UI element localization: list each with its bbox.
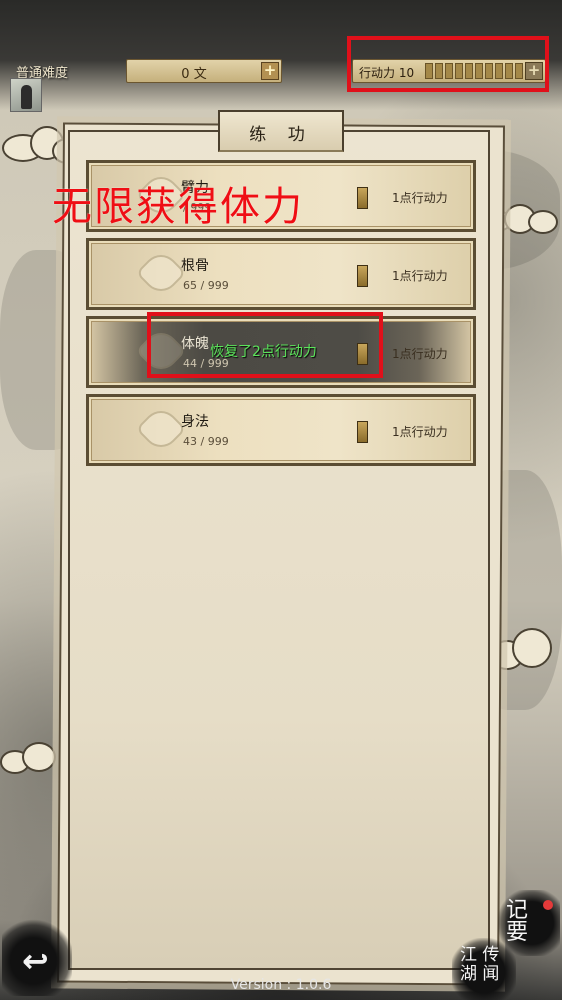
action-cost: 1点行动力 [392,347,448,361]
train-button[interactable] [357,265,368,287]
cloud-ornament-icon [135,403,187,455]
annotation-box-action-points [347,36,549,92]
train-button[interactable] [357,421,368,443]
attribute-value: 43 / 999 [183,435,229,448]
panel-title-tab: 练 功 [218,110,344,152]
notification-dot [543,900,553,910]
annotation-box-toast [147,312,383,378]
attribute-card-agility[interactable]: 身法 43 / 999 1点行动力 [86,394,476,466]
action-cost: 1点行动力 [392,269,448,283]
cloud-ornament-icon [135,247,187,299]
coin-display: 0 文 + [126,59,282,83]
panel-title: 练 功 [249,125,313,145]
add-coins-button[interactable]: + [261,62,279,80]
train-button[interactable] [357,187,368,209]
attribute-name: 身法 [181,414,209,430]
coin-amount: 0 文 [181,67,207,82]
back-arrow-icon: ↩ [22,942,49,980]
attribute-name: 根骨 [181,258,209,274]
action-cost: 1点行动力 [392,425,448,439]
player-avatar[interactable] [10,78,42,112]
attribute-value: 65 / 999 [183,279,229,292]
annotation-banner: 无限获得体力 [52,184,304,230]
action-cost: 1点行动力 [392,191,448,205]
attribute-card-constitution[interactable]: 根骨 65 / 999 1点行动力 [86,238,476,310]
